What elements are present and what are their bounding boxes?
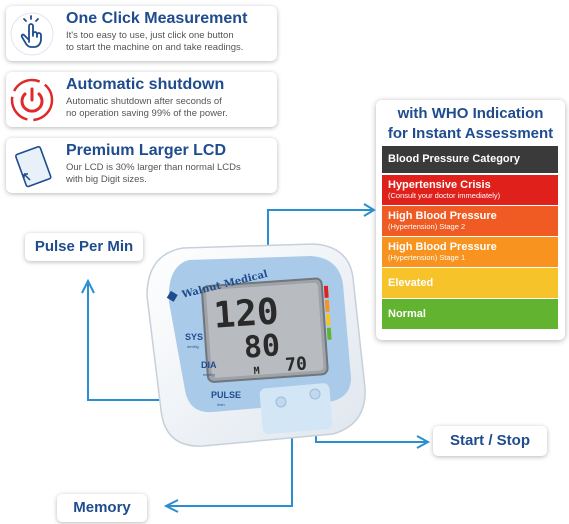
dia-unit: mmHg [203, 372, 215, 377]
dia-reading: 80 [243, 328, 281, 365]
memory-label: Memory [57, 494, 147, 522]
sys-label: SYS [185, 332, 203, 342]
button-panel [259, 383, 333, 435]
who-led-red [323, 285, 329, 298]
pulse-label: PULSE [211, 390, 241, 400]
dia-label: DIA [201, 360, 217, 370]
memory-indicator: M [253, 366, 260, 377]
start-stop-button[interactable] [309, 388, 321, 400]
start-stop-label: Start / Stop [433, 426, 547, 456]
pulse-reading: 70 [285, 353, 308, 375]
who-led-green [326, 327, 332, 340]
who-led-yellow [325, 313, 331, 326]
pulse-per-min-label: Pulse Per Min [25, 233, 143, 261]
bp-monitor-device: 120 80 70 M Walnut Medical SYS mmHg DIA … [143, 238, 371, 448]
who-led-orange [324, 299, 330, 312]
memory-button[interactable] [275, 396, 287, 408]
pulse-unit: /min [217, 402, 225, 407]
sys-unit: mmHg [187, 344, 199, 349]
